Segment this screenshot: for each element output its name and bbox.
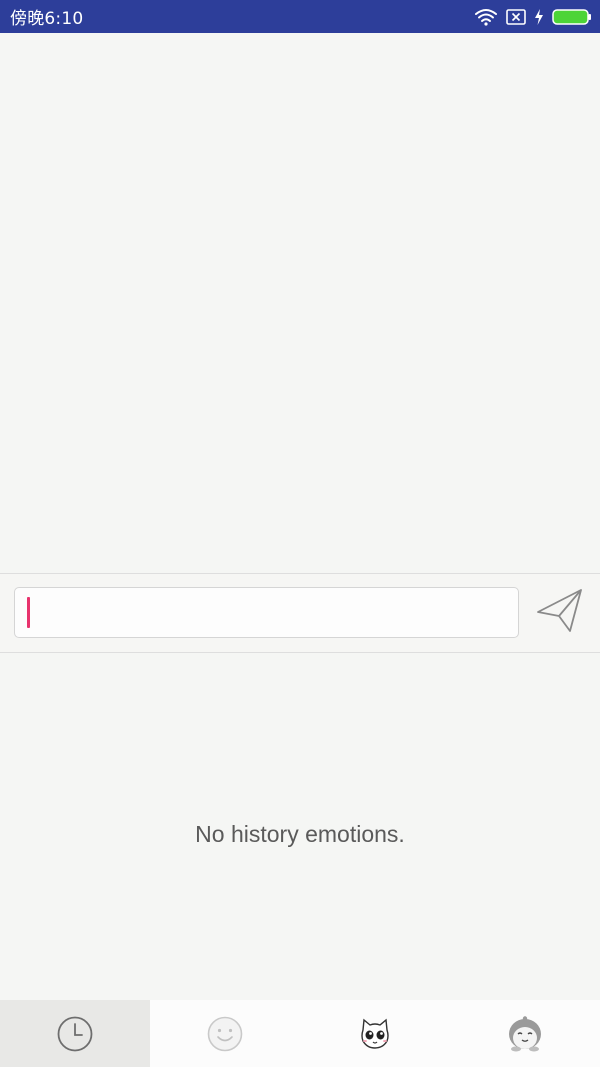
empty-history-message: No history emotions.	[195, 821, 405, 847]
charging-icon	[534, 8, 544, 25]
wifi-icon	[474, 8, 498, 26]
battery-icon	[552, 8, 592, 25]
penguin-sticker-icon	[505, 1014, 545, 1054]
send-button[interactable]	[535, 588, 585, 638]
emotion-tab-bar	[0, 1000, 600, 1067]
history-clock-icon	[56, 1015, 94, 1053]
input-bar	[0, 573, 600, 653]
send-icon	[535, 586, 585, 641]
emotion-panel: No history emotions.	[0, 653, 600, 1000]
tab-history[interactable]	[0, 1000, 150, 1067]
sim-disabled-icon	[506, 8, 526, 25]
tab-emoji[interactable]	[150, 1000, 300, 1067]
tab-penguin-stickers[interactable]	[450, 1000, 600, 1067]
status-icons	[474, 8, 592, 26]
smiley-face-icon	[206, 1015, 244, 1053]
status-bar: 傍晚6:10	[0, 0, 600, 33]
message-input[interactable]	[14, 587, 519, 638]
tab-cat-stickers[interactable]	[300, 1000, 450, 1067]
status-time: 傍晚6:10	[10, 9, 84, 29]
chat-screen: 傍晚6:10 No history emotions.	[0, 0, 600, 1067]
text-cursor	[27, 597, 30, 628]
message-list-area[interactable]	[0, 33, 600, 573]
cat-sticker-icon	[357, 1016, 393, 1052]
